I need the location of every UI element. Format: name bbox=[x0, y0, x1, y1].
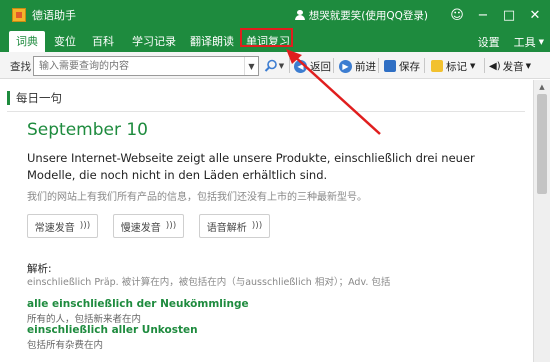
search-dropdown-icon[interactable]: ▼ bbox=[244, 57, 258, 75]
voice-analysis-button[interactable]: 语音解析 ))) bbox=[199, 214, 270, 238]
analysis-text: einschließlich Präp. 被计算在内，被包括在内（与aussch… bbox=[27, 277, 391, 288]
chevron-down-icon: ▼ bbox=[525, 62, 531, 70]
tab-translate-read[interactable]: 翻译朗读 bbox=[188, 31, 236, 52]
slow-speed-audio-button[interactable]: 慢速发音 ))) bbox=[113, 214, 184, 238]
back-arrow-icon: ◀ bbox=[294, 59, 307, 73]
bookmark-label: 标记 bbox=[446, 60, 467, 73]
example-chinese: 包括所有杂费在内 bbox=[27, 340, 104, 351]
example-chinese: 所有的人，包括新来者在内 bbox=[27, 314, 142, 325]
app-title: 德语助手 bbox=[32, 9, 76, 22]
tab-conjugation[interactable]: 变位 bbox=[50, 31, 80, 52]
user-icon bbox=[294, 10, 305, 20]
toolbar-divider bbox=[378, 58, 379, 73]
bookmark-button[interactable]: 标记 ▼ bbox=[431, 56, 475, 76]
bookmark-icon bbox=[431, 60, 443, 72]
tab-dictionary[interactable]: 词典 bbox=[9, 31, 45, 52]
chevron-down-icon[interactable]: ▼ bbox=[539, 38, 544, 46]
minimize-button[interactable]: − bbox=[472, 4, 494, 26]
back-label: 返回 bbox=[310, 60, 331, 73]
title-bar: 德语助手 想哭就要笑(使用QQ登录) ☺ − □ ✕ bbox=[0, 0, 550, 30]
slow-speed-label: 慢速发音 bbox=[120, 222, 161, 234]
scroll-up-icon[interactable]: ▲ bbox=[534, 80, 550, 94]
toolbar: 查找 ▼ ▼ ◀ 返回 ▶ 前进 保存 标记 ▼ ◀) 发音 ▼ bbox=[0, 52, 550, 79]
vertical-scrollbar[interactable]: ▲ bbox=[533, 80, 550, 362]
toolbar-divider bbox=[484, 58, 485, 73]
search-icon[interactable]: ▼ bbox=[262, 55, 286, 76]
sound-wave-icon: ))) bbox=[79, 221, 91, 231]
sentence-date: September 10 bbox=[27, 120, 149, 140]
forward-button[interactable]: ▶ 前进 bbox=[339, 56, 376, 76]
speaker-icon: ◀) bbox=[489, 60, 501, 72]
highlight-box bbox=[240, 28, 293, 47]
section-header: 每日一句 bbox=[7, 89, 62, 107]
save-icon bbox=[384, 60, 396, 72]
normal-speed-audio-button[interactable]: 常速发音 ))) bbox=[27, 214, 98, 238]
user-name-link[interactable]: 想哭就要笑(使用QQ登录) bbox=[309, 8, 428, 23]
chinese-translation: 我们的网站上有我们所有产品的信息，包括我们还没有上市的三种最新型号。 bbox=[27, 192, 367, 203]
voice-analysis-label: 语音解析 bbox=[206, 222, 247, 234]
forward-arrow-icon: ▶ bbox=[339, 59, 352, 73]
toolbar-divider bbox=[289, 58, 290, 73]
tab-study-record[interactable]: 学习记录 bbox=[130, 31, 178, 52]
chevron-down-icon: ▼ bbox=[470, 62, 476, 70]
content-panel: 每日一句 September 10 Unsere Internet-Websei… bbox=[0, 80, 533, 362]
maximize-button[interactable]: □ bbox=[498, 4, 520, 26]
normal-speed-label: 常速发音 bbox=[34, 222, 75, 234]
toolbar-divider bbox=[333, 58, 334, 73]
save-button[interactable]: 保存 bbox=[384, 56, 420, 76]
example-german[interactable]: alle einschließlich der Neukömmlinge bbox=[27, 298, 249, 310]
section-title: 每日一句 bbox=[16, 91, 62, 105]
close-button[interactable]: ✕ bbox=[524, 4, 546, 26]
search-box: ▼ bbox=[33, 56, 259, 76]
search-input[interactable] bbox=[34, 57, 239, 75]
save-label: 保存 bbox=[399, 60, 420, 73]
section-accent-bar bbox=[7, 91, 10, 105]
smiley-icon[interactable]: ☺ bbox=[446, 4, 468, 26]
search-label: 查找 bbox=[10, 61, 31, 73]
german-sentence: Unsere Internet-Webseite zeigt alle unse… bbox=[27, 151, 475, 182]
pronounce-label: 发音 bbox=[502, 60, 524, 73]
sound-wave-icon: ))) bbox=[251, 221, 263, 231]
forward-label: 前进 bbox=[355, 60, 376, 73]
sound-wave-icon: ))) bbox=[165, 221, 177, 231]
settings-menu[interactable]: 设置 bbox=[478, 34, 500, 50]
tools-menu[interactable]: 工具 bbox=[514, 34, 536, 50]
toolbar-divider bbox=[424, 58, 425, 73]
pronounce-button[interactable]: ◀) 发音 ▼ bbox=[489, 56, 531, 76]
tab-encyclopedia[interactable]: 百科 bbox=[88, 31, 118, 52]
app-logo-icon bbox=[12, 8, 26, 22]
back-button[interactable]: ◀ 返回 bbox=[294, 56, 331, 76]
section-divider bbox=[7, 111, 525, 112]
example-german[interactable]: einschließlich aller Unkosten bbox=[27, 324, 198, 336]
scroll-thumb[interactable] bbox=[537, 94, 547, 194]
